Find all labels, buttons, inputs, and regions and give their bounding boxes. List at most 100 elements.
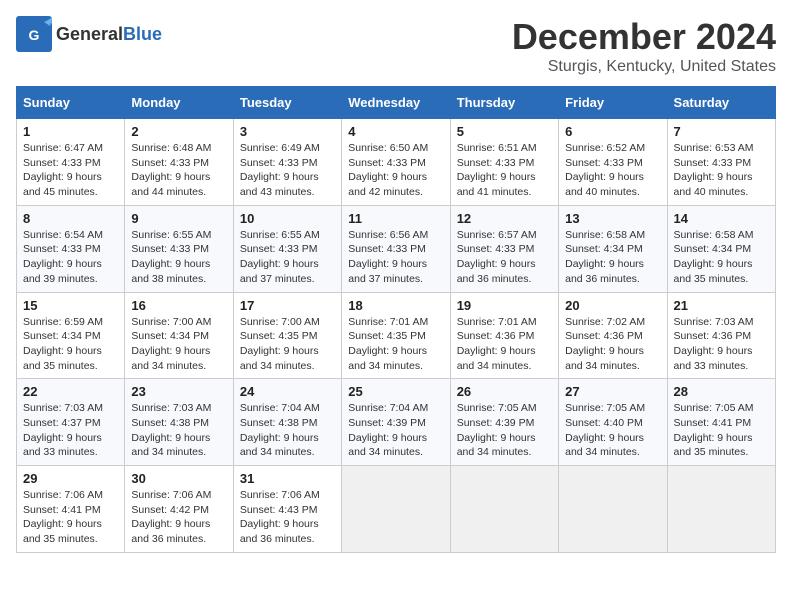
calendar-cell: 15Sunrise: 6:59 AM Sunset: 4:34 PM Dayli…	[17, 292, 125, 379]
calendar-table: SundayMondayTuesdayWednesdayThursdayFrid…	[16, 86, 776, 553]
day-number: 30	[131, 471, 226, 486]
day-number: 27	[565, 384, 660, 399]
day-info: Sunrise: 7:05 AM Sunset: 4:40 PM Dayligh…	[565, 401, 660, 460]
day-number: 10	[240, 211, 335, 226]
calendar-cell: 24 Sunrise: 7:04 AM Sunset: 4:38 PM Dayli…	[233, 379, 341, 466]
day-number: 18	[348, 298, 443, 313]
day-number: 24	[240, 384, 335, 399]
page-title: December 2024	[512, 16, 776, 58]
day-info: Sunrise: 7:06 AM Sunset: 4:41 PM Dayligh…	[23, 488, 118, 547]
calendar-cell: 14 Sunrise: 6:58 AM Sunset: 4:34 PM Dayli…	[667, 205, 775, 292]
day-info: Sunrise: 7:06 AM Sunset: 4:43 PM Dayligh…	[240, 488, 335, 547]
day-info: Sunrise: 7:04 AM Sunset: 4:38 PM Dayligh…	[240, 401, 335, 460]
calendar-cell: 1 Sunrise: 6:47 AM Sunset: 4:33 PM Daylig…	[17, 119, 125, 206]
day-number: 6	[565, 124, 660, 139]
day-info: Sunrise: 6:47 AM Sunset: 4:33 PM Dayligh…	[23, 141, 118, 200]
day-info: Sunrise: 7:03 AM Sunset: 4:37 PM Dayligh…	[23, 401, 118, 460]
day-info: Sunrise: 6:55 AM Sunset: 4:33 PM Dayligh…	[131, 228, 226, 287]
calendar-cell: 2 Sunrise: 6:48 AM Sunset: 4:33 PM Daylig…	[125, 119, 233, 206]
calendar-cell: 11 Sunrise: 6:56 AM Sunset: 4:33 PM Dayli…	[342, 205, 450, 292]
day-of-week-header: Wednesday	[342, 87, 450, 119]
day-number: 8	[23, 211, 118, 226]
calendar-cell	[450, 466, 558, 553]
day-info: Sunrise: 7:02 AM Sunset: 4:36 PM Dayligh…	[565, 315, 660, 374]
day-number: 5	[457, 124, 552, 139]
day-info: Sunrise: 7:06 AM Sunset: 4:42 PM Dayligh…	[131, 488, 226, 547]
day-number: 17	[240, 298, 335, 313]
day-info: Sunrise: 6:57 AM Sunset: 4:33 PM Dayligh…	[457, 228, 552, 287]
calendar-cell: 3 Sunrise: 6:49 AM Sunset: 4:33 PM Daylig…	[233, 119, 341, 206]
day-number: 4	[348, 124, 443, 139]
day-number: 1	[23, 124, 118, 139]
logo-icon: G	[16, 16, 52, 52]
calendar-cell: 7Sunrise: 6:53 AM Sunset: 4:33 PM Daylig…	[667, 119, 775, 206]
page-header: G GeneralBlue December 2024 Sturgis, Ken…	[16, 16, 776, 76]
calendar-cell	[559, 466, 667, 553]
day-number: 22	[23, 384, 118, 399]
calendar-cell: 9 Sunrise: 6:55 AM Sunset: 4:33 PM Daylig…	[125, 205, 233, 292]
day-info: Sunrise: 6:54 AM Sunset: 4:33 PM Dayligh…	[23, 228, 118, 287]
day-info: Sunrise: 7:05 AM Sunset: 4:39 PM Dayligh…	[457, 401, 552, 460]
day-of-week-header: Monday	[125, 87, 233, 119]
calendar-cell: 4Sunrise: 6:50 AM Sunset: 4:33 PM Daylig…	[342, 119, 450, 206]
day-number: 16	[131, 298, 226, 313]
day-number: 20	[565, 298, 660, 313]
calendar-week-row: 29 Sunrise: 7:06 AM Sunset: 4:41 PM Dayli…	[17, 466, 776, 553]
day-info: Sunrise: 6:56 AM Sunset: 4:33 PM Dayligh…	[348, 228, 443, 287]
logo: G GeneralBlue	[16, 16, 162, 52]
day-number: 21	[674, 298, 769, 313]
calendar-cell: 13Sunrise: 6:58 AM Sunset: 4:34 PM Dayli…	[559, 205, 667, 292]
calendar-cell: 23Sunrise: 7:03 AM Sunset: 4:38 PM Dayli…	[125, 379, 233, 466]
day-number: 31	[240, 471, 335, 486]
day-info: Sunrise: 6:51 AM Sunset: 4:33 PM Dayligh…	[457, 141, 552, 200]
day-info: Sunrise: 6:52 AM Sunset: 4:33 PM Dayligh…	[565, 141, 660, 200]
day-info: Sunrise: 6:49 AM Sunset: 4:33 PM Dayligh…	[240, 141, 335, 200]
calendar-header: SundayMondayTuesdayWednesdayThursdayFrid…	[17, 87, 776, 119]
calendar-body: 1 Sunrise: 6:47 AM Sunset: 4:33 PM Daylig…	[17, 119, 776, 553]
calendar-cell: 19Sunrise: 7:01 AM Sunset: 4:36 PM Dayli…	[450, 292, 558, 379]
calendar-cell: 18Sunrise: 7:01 AM Sunset: 4:35 PM Dayli…	[342, 292, 450, 379]
calendar-cell: 21 Sunrise: 7:03 AM Sunset: 4:36 PM Dayli…	[667, 292, 775, 379]
calendar-cell: 25Sunrise: 7:04 AM Sunset: 4:39 PM Dayli…	[342, 379, 450, 466]
calendar-cell: 6 Sunrise: 6:52 AM Sunset: 4:33 PM Daylig…	[559, 119, 667, 206]
day-number: 9	[131, 211, 226, 226]
day-number: 12	[457, 211, 552, 226]
calendar-week-row: 1 Sunrise: 6:47 AM Sunset: 4:33 PM Daylig…	[17, 119, 776, 206]
day-number: 19	[457, 298, 552, 313]
day-info: Sunrise: 6:58 AM Sunset: 4:34 PM Dayligh…	[674, 228, 769, 287]
logo-text-blue: Blue	[123, 24, 162, 44]
svg-text:G: G	[29, 27, 40, 43]
calendar-cell: 27 Sunrise: 7:05 AM Sunset: 4:40 PM Dayli…	[559, 379, 667, 466]
day-number: 3	[240, 124, 335, 139]
day-info: Sunrise: 7:03 AM Sunset: 4:36 PM Dayligh…	[674, 315, 769, 374]
day-number: 26	[457, 384, 552, 399]
calendar-week-row: 15Sunrise: 6:59 AM Sunset: 4:34 PM Dayli…	[17, 292, 776, 379]
day-info: Sunrise: 6:53 AM Sunset: 4:33 PM Dayligh…	[674, 141, 769, 200]
calendar-cell: 16Sunrise: 7:00 AM Sunset: 4:34 PM Dayli…	[125, 292, 233, 379]
day-number: 13	[565, 211, 660, 226]
day-of-week-header: Saturday	[667, 87, 775, 119]
calendar-cell: 28Sunrise: 7:05 AM Sunset: 4:41 PM Dayli…	[667, 379, 775, 466]
day-info: Sunrise: 6:48 AM Sunset: 4:33 PM Dayligh…	[131, 141, 226, 200]
calendar-cell: 5 Sunrise: 6:51 AM Sunset: 4:33 PM Daylig…	[450, 119, 558, 206]
calendar-cell: 10 Sunrise: 6:55 AM Sunset: 4:33 PM Dayli…	[233, 205, 341, 292]
day-number: 29	[23, 471, 118, 486]
day-number: 15	[23, 298, 118, 313]
calendar-cell: 30 Sunrise: 7:06 AM Sunset: 4:42 PM Dayli…	[125, 466, 233, 553]
day-number: 11	[348, 211, 443, 226]
calendar-cell	[667, 466, 775, 553]
calendar-cell	[342, 466, 450, 553]
calendar-cell: 31 Sunrise: 7:06 AM Sunset: 4:43 PM Dayli…	[233, 466, 341, 553]
day-of-week-header: Tuesday	[233, 87, 341, 119]
day-info: Sunrise: 6:55 AM Sunset: 4:33 PM Dayligh…	[240, 228, 335, 287]
calendar-week-row: 22 Sunrise: 7:03 AM Sunset: 4:37 PM Dayli…	[17, 379, 776, 466]
title-area: December 2024 Sturgis, Kentucky, United …	[512, 16, 776, 76]
calendar-week-row: 8 Sunrise: 6:54 AM Sunset: 4:33 PM Daylig…	[17, 205, 776, 292]
day-number: 28	[674, 384, 769, 399]
day-number: 14	[674, 211, 769, 226]
day-number: 2	[131, 124, 226, 139]
calendar-cell: 8 Sunrise: 6:54 AM Sunset: 4:33 PM Daylig…	[17, 205, 125, 292]
calendar-cell: 22 Sunrise: 7:03 AM Sunset: 4:37 PM Dayli…	[17, 379, 125, 466]
day-of-week-header: Friday	[559, 87, 667, 119]
day-info: Sunrise: 7:03 AM Sunset: 4:38 PM Dayligh…	[131, 401, 226, 460]
